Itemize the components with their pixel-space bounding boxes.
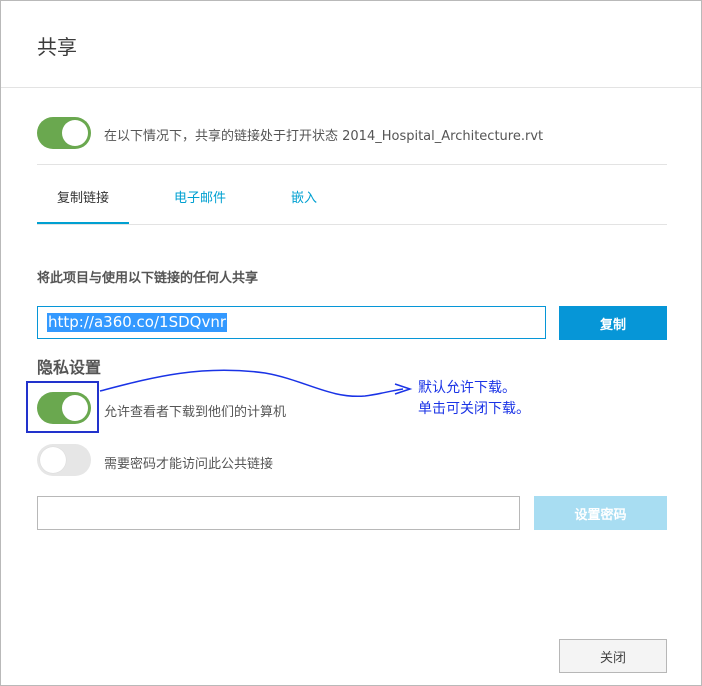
annotation-arrow-icon [99, 369, 413, 398]
annotation-line-2: 单击可关闭下载。 [418, 401, 530, 417]
annotation-line-1: 默认允许下载。 [418, 380, 516, 396]
